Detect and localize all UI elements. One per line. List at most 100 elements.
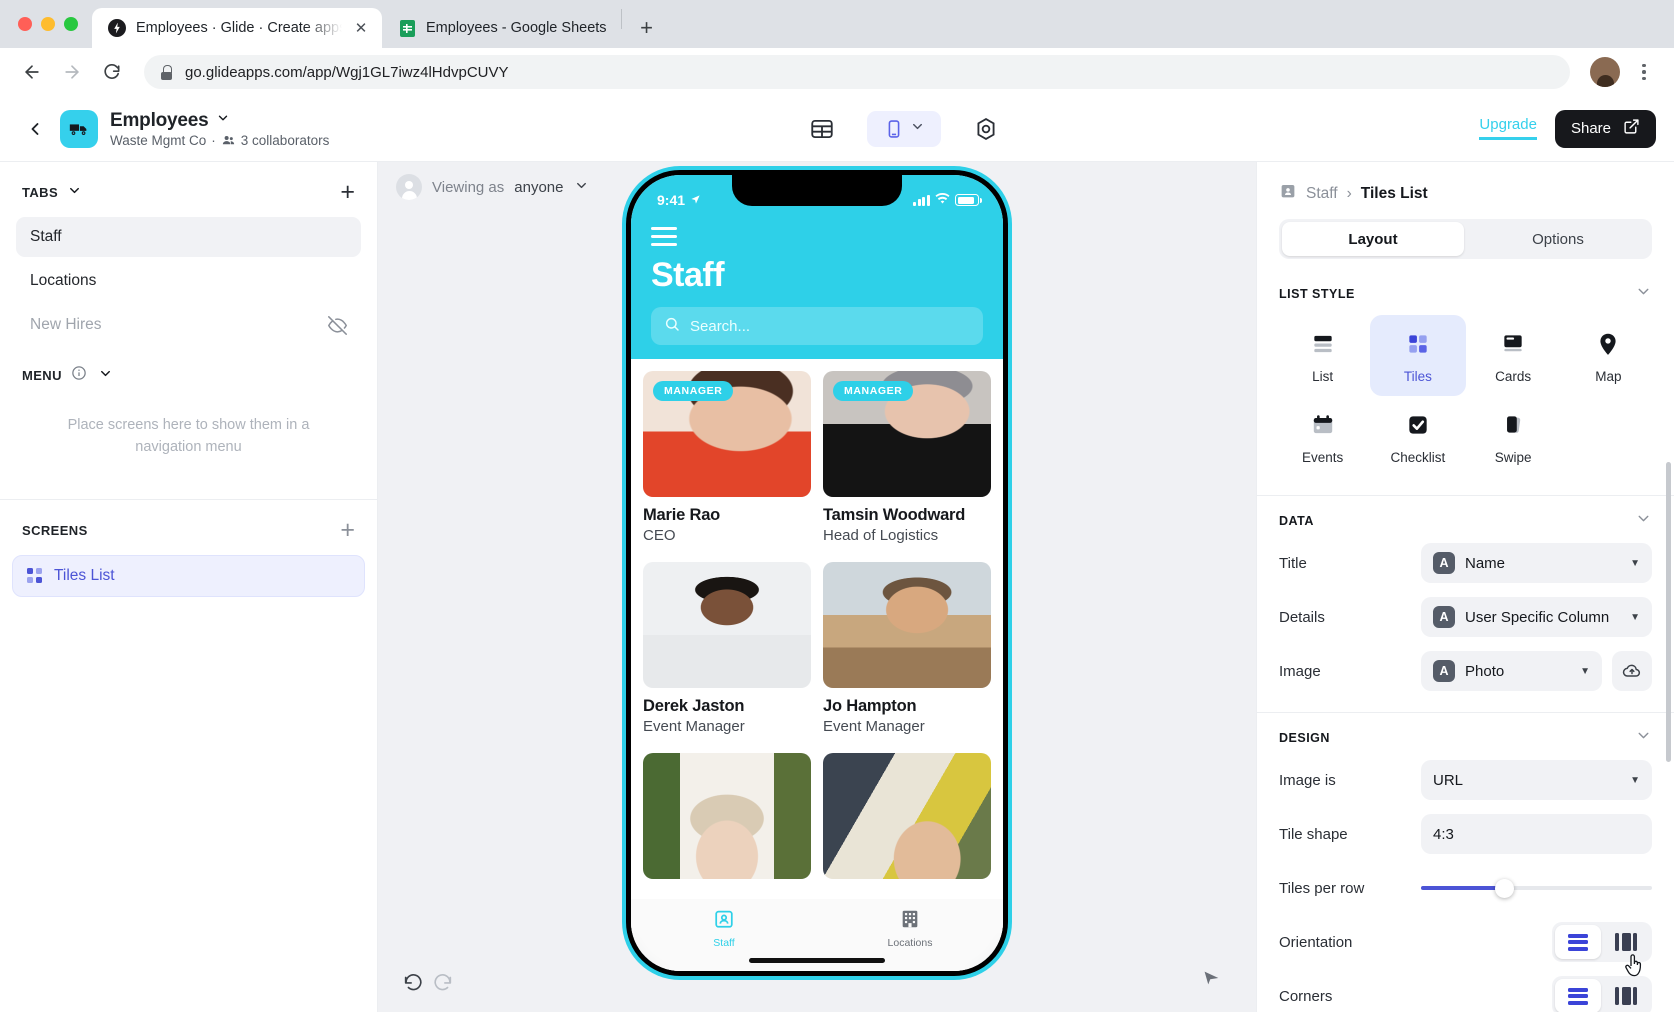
add-screen-button[interactable]: + <box>340 517 355 543</box>
workspace: TABS + Staff Locations New Hires MENU Pl… <box>0 162 1674 1012</box>
redo-icon[interactable] <box>432 971 454 998</box>
external-link-icon <box>1623 118 1640 139</box>
app-header: Employees Waste Mgmt Co · 3 collaborator… <box>0 96 1674 162</box>
list-style-map[interactable]: Map <box>1561 315 1656 396</box>
corners-columns-option[interactable] <box>1603 979 1649 1012</box>
hamburger-menu-icon[interactable] <box>651 227 677 246</box>
breadcrumb-parent[interactable]: Staff <box>1306 185 1338 203</box>
browser-tab-glide[interactable]: Employees · Glide · Create apps ✕ <box>92 8 382 48</box>
tile-shape-select[interactable]: 4:3 <box>1421 814 1652 854</box>
chevron-left-icon[interactable] <box>18 112 52 146</box>
maximize-window-button[interactable] <box>64 17 78 31</box>
caret-down-icon[interactable]: ▼ <box>1630 612 1640 623</box>
menu-section-label: MENU <box>22 368 62 383</box>
corners-rows-option[interactable] <box>1555 979 1601 1012</box>
hexagon-gear-icon[interactable] <box>963 111 1009 147</box>
tabs-section-header: TABS + <box>0 162 377 215</box>
field-value: 4:3 <box>1433 825 1454 843</box>
field-label: Details <box>1279 608 1325 626</box>
list-style-section-header[interactable]: LIST STYLE <box>1257 269 1674 309</box>
list-style-tiles[interactable]: Tiles <box>1370 315 1466 396</box>
tile-item[interactable]: MANAGER Marie Rao CEO <box>643 371 811 556</box>
tiles-icon <box>1405 329 1431 359</box>
list-style-events[interactable]: Events <box>1275 396 1370 477</box>
search-input[interactable]: Search... <box>651 307 983 345</box>
column-type-chip: A <box>1433 660 1455 682</box>
sidebar-item-locations[interactable]: Locations <box>16 261 361 301</box>
chevron-down-icon[interactable] <box>574 178 589 197</box>
chevron-down-icon[interactable] <box>67 183 82 203</box>
profile-avatar-icon[interactable] <box>1590 57 1620 87</box>
tab-options[interactable]: Options <box>1467 222 1649 256</box>
sidebar-item-tiles-list[interactable]: Tiles List <box>12 554 365 597</box>
minimize-window-button[interactable] <box>41 17 55 31</box>
sidebar-item-new-hires[interactable]: New Hires <box>16 305 361 345</box>
field-tile-shape: Tile shape 4:3 <box>1257 807 1674 861</box>
address-bar[interactable]: go.glideapps.com/app/Wgj1GL7iwz4lHdvpCUV… <box>144 55 1570 89</box>
rows-icon <box>1568 931 1588 953</box>
design-section-header[interactable]: DESIGN <box>1257 713 1674 753</box>
reload-icon[interactable] <box>94 54 130 90</box>
new-tab-button[interactable]: + <box>630 11 664 45</box>
list-style-swipe[interactable]: Swipe <box>1466 396 1561 477</box>
tile-item[interactable] <box>643 753 811 879</box>
viewing-as-control[interactable]: Viewing as anyone <box>396 174 589 200</box>
list-style-cards[interactable]: Cards <box>1466 315 1561 396</box>
image-is-select[interactable]: URL ▼ <box>1421 760 1652 800</box>
chevron-down-icon[interactable] <box>1635 283 1652 305</box>
caret-down-icon[interactable]: ▼ <box>1630 558 1640 569</box>
status-time-group: 9:41 <box>651 192 701 208</box>
right-config-panel: Staff › Tiles List Layout Options LIST S… <box>1256 162 1674 1012</box>
upgrade-button[interactable]: Upgrade <box>1479 116 1537 141</box>
tab-locations[interactable]: Locations <box>817 908 1003 949</box>
field-value: URL <box>1433 771 1464 789</box>
info-icon[interactable] <box>71 365 87 386</box>
forward-arrow-icon[interactable] <box>54 54 90 90</box>
field-value: User Specific Column <box>1465 608 1610 626</box>
cloud-upload-icon[interactable] <box>1612 651 1652 691</box>
field-label: Title <box>1279 554 1307 572</box>
signal-bars-icon <box>913 194 930 206</box>
tile-item[interactable] <box>823 753 991 879</box>
share-button[interactable]: Share <box>1554 109 1656 148</box>
list-style-list[interactable]: List <box>1275 315 1370 396</box>
chevron-down-icon[interactable] <box>1635 510 1652 532</box>
phone-icon[interactable] <box>867 110 942 147</box>
caret-down-icon[interactable]: ▼ <box>1580 666 1590 677</box>
browser-tab-sheets[interactable]: Employees - Google Sheets <box>382 8 619 48</box>
data-section-header[interactable]: DATA <box>1257 496 1674 536</box>
close-window-button[interactable] <box>18 17 32 31</box>
tiles-per-row-slider[interactable] <box>1421 868 1652 908</box>
tab-staff[interactable]: Staff <box>631 908 817 949</box>
table-icon[interactable] <box>799 111 845 147</box>
chevron-down-icon[interactable] <box>98 366 113 386</box>
panel-scrollbar[interactable] <box>1666 462 1671 762</box>
app-screen-body: MANAGER Marie Rao CEO MANAGER Tamsin Woo… <box>631 359 1003 971</box>
list-style-checklist[interactable]: Checklist <box>1370 396 1465 477</box>
back-arrow-icon[interactable] <box>14 54 50 90</box>
chevron-down-icon[interactable] <box>216 111 230 130</box>
title-column-select[interactable]: A Name ▼ <box>1421 543 1652 583</box>
tab-label: Staff <box>713 937 735 949</box>
undo-icon[interactable] <box>402 971 424 998</box>
close-icon[interactable]: ✕ <box>352 19 370 37</box>
breadcrumb-current: Tiles List <box>1360 184 1428 202</box>
details-column-select[interactable]: A User Specific Column ▼ <box>1421 597 1652 637</box>
sidebar-item-staff[interactable]: Staff <box>16 217 361 257</box>
tile-item[interactable]: Derek Jaston Event Manager <box>643 562 811 747</box>
chevron-down-icon[interactable] <box>910 119 925 139</box>
chevron-down-icon[interactable] <box>1635 727 1652 749</box>
slider-handle[interactable] <box>1495 878 1515 898</box>
breadcrumb: Staff › Tiles List <box>1257 162 1674 219</box>
image-column-select[interactable]: A Photo ▼ <box>1421 651 1602 691</box>
caret-down-icon[interactable]: ▼ <box>1630 775 1640 786</box>
eye-off-icon[interactable] <box>328 315 347 335</box>
kebab-menu-icon[interactable] <box>1628 56 1660 88</box>
tile-details: Event Manager <box>643 718 745 735</box>
tile-item[interactable]: Jo Hampton Event Manager <box>823 562 991 747</box>
orientation-rows-option[interactable] <box>1555 925 1601 959</box>
app-title-row[interactable]: Employees <box>110 110 329 132</box>
tile-item[interactable]: MANAGER Tamsin Woodward Head of Logistic… <box>823 371 991 556</box>
tab-layout[interactable]: Layout <box>1282 222 1464 256</box>
add-tab-button[interactable]: + <box>340 180 355 205</box>
